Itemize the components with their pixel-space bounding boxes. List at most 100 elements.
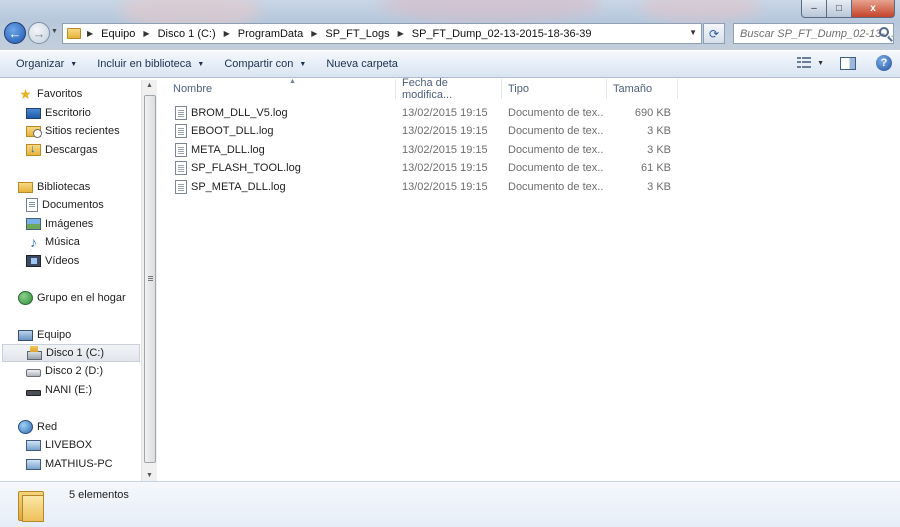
new-folder-button[interactable]: Nueva carpeta (316, 52, 408, 76)
sidebar-item-sitios-recientes[interactable]: Sitios recientes (26, 122, 120, 140)
column-header-type[interactable]: Tipo (502, 79, 607, 99)
breadcrumb-item-sp-ft-logs[interactable]: SP_FT_Logs (325, 28, 389, 40)
column-header-label: Tipo (508, 83, 529, 95)
command-bar: Organizar ▼ Incluir en biblioteca ▼ Compar… (0, 50, 900, 78)
documents-icon (26, 198, 38, 212)
sidebar-item-favoritos[interactable]: ★ Favoritos (18, 85, 82, 103)
forward-button[interactable]: → (28, 22, 50, 44)
chevron-right-icon[interactable]: ▶ (398, 29, 404, 38)
table-row[interactable]: BROM_DLL_V5.log 13/02/2015 19:15 Documen… (173, 105, 673, 123)
details-pane: 5 elementos (0, 481, 900, 527)
maximize-button[interactable]: □ (827, 0, 852, 18)
recent-places-icon (26, 125, 42, 138)
file-date: 13/02/2015 19:15 (402, 181, 488, 193)
file-name: BROM_DLL_V5.log (191, 107, 288, 119)
sidebar-item-livebox[interactable]: LIVEBOX (26, 436, 92, 454)
address-dropdown-icon[interactable]: ▼ (689, 28, 697, 37)
title-bar: – □ x ← → ▼ ▶ Equipo ▶ Disco 1 (C:) ▶ Pr… (0, 0, 900, 50)
organize-label: Organizar (16, 58, 65, 70)
view-controls: ▼ ? (797, 55, 892, 71)
organize-button[interactable]: Organizar ▼ (6, 52, 87, 76)
chevron-right-icon[interactable]: ▶ (224, 29, 230, 38)
preview-pane-icon[interactable] (840, 56, 856, 70)
recent-pages-dropdown[interactable]: ▼ (51, 28, 58, 35)
help-icon[interactable]: ? (876, 55, 892, 71)
pictures-icon (26, 218, 41, 230)
file-name: EBOOT_DLL.log (191, 125, 274, 137)
sidebar-item-grupo-hogar[interactable]: Grupo en el hogar (18, 289, 126, 307)
address-bar[interactable]: ▶ Equipo ▶ Disco 1 (C:) ▶ ProgramData ▶ … (62, 23, 702, 44)
scroll-down-icon[interactable]: ▼ (146, 472, 153, 479)
include-library-button[interactable]: Incluir en biblioteca ▼ (87, 52, 214, 76)
column-header-size[interactable]: Tamaño (607, 79, 678, 99)
column-header-date[interactable]: Fecha de modifica... (396, 77, 502, 101)
minimize-button[interactable]: – (801, 0, 827, 18)
search-icon[interactable] (879, 27, 889, 37)
navigation-scrollbar[interactable]: ▲ ▼ (141, 80, 157, 482)
refresh-button[interactable]: ⟳ (703, 23, 725, 44)
sidebar-item-label: Bibliotecas (37, 181, 91, 193)
scroll-up-icon[interactable]: ▲ (146, 82, 153, 89)
chevron-right-icon: ▶ (87, 29, 94, 38)
sidebar-item-label: Escritorio (45, 107, 91, 119)
libraries-icon (18, 181, 33, 193)
sidebar-item-red[interactable]: Red (18, 418, 57, 436)
share-button[interactable]: Compartir con ▼ (214, 52, 316, 76)
sidebar-item-label: Vídeos (45, 255, 80, 267)
chevron-right-icon[interactable]: ▶ (311, 29, 317, 38)
chevron-right-icon[interactable]: ▶ (143, 29, 149, 38)
scrollbar-thumb[interactable] (144, 95, 156, 463)
back-button[interactable]: ← (4, 22, 26, 44)
table-row[interactable]: SP_FLASH_TOOL.log 13/02/2015 19:15 Docum… (173, 160, 673, 178)
sidebar-item-videos[interactable]: Vídeos (26, 252, 79, 270)
sidebar-item-equipo[interactable]: Equipo (18, 326, 71, 344)
sidebar-item-descargas[interactable]: Descargas (26, 141, 98, 159)
change-view-icon[interactable] (797, 57, 812, 69)
file-type: Documento de tex... (508, 181, 604, 193)
file-size: 3 KB (647, 125, 671, 137)
column-header-name[interactable]: ▲ Nombre (167, 78, 396, 99)
sidebar-item-disco1[interactable]: Disco 1 (C:) (2, 344, 140, 362)
file-name: SP_META_DLL.log (191, 181, 286, 193)
refresh-icon: ⟳ (708, 26, 720, 41)
sidebar-item-label: LIVEBOX (45, 439, 93, 451)
sidebar-item-disco2[interactable]: Disco 2 (D:) (26, 362, 103, 380)
desktop-icon (26, 108, 41, 119)
close-button[interactable]: x (852, 0, 895, 18)
breadcrumb-item-programdata[interactable]: ProgramData (238, 28, 303, 40)
search-input[interactable]: Buscar SP_FT_Dump_02-13-... (733, 23, 894, 44)
sidebar-item-mathius-pc[interactable]: MATHIUS-PC (26, 455, 113, 473)
sidebar-item-label: Equipo (37, 329, 72, 341)
sidebar-item-nani[interactable]: NANI (E:) (26, 381, 92, 399)
chevron-down-icon[interactable]: ▼ (817, 60, 824, 67)
table-row[interactable]: SP_META_DLL.log 13/02/2015 19:15 Documen… (173, 179, 673, 197)
sidebar-item-imagenes[interactable]: Imágenes (26, 215, 93, 233)
sidebar-item-label: Documentos (42, 199, 104, 211)
sidebar-item-label: NANI (E:) (45, 384, 93, 396)
breadcrumb-item-equipo[interactable]: Equipo (101, 28, 135, 40)
breadcrumb-item-dump[interactable]: SP_FT_Dump_02-13-2015-18-36-39 (412, 28, 592, 40)
table-row[interactable]: META_DLL.log 13/02/2015 19:15 Documento … (173, 142, 673, 160)
sidebar-item-musica[interactable]: ♪ Música (26, 233, 80, 251)
downloads-icon (26, 143, 41, 156)
arrow-left-icon: ← (8, 25, 22, 41)
sidebar-item-documentos[interactable]: Documentos (26, 196, 104, 214)
computer-icon (18, 329, 33, 341)
breadcrumb-item-disco1[interactable]: Disco 1 (C:) (158, 28, 216, 40)
star-icon: ★ (19, 86, 32, 102)
file-date: 13/02/2015 19:15 (402, 125, 488, 137)
file-size: 61 KB (641, 162, 671, 174)
column-header-label: Fecha de modifica... (402, 77, 453, 101)
removable-drive-icon (26, 389, 41, 396)
network-computer-icon (26, 458, 41, 470)
system-drive-icon (27, 345, 42, 360)
file-size: 690 KB (634, 107, 671, 119)
search-placeholder: Buscar SP_FT_Dump_02-13-... (740, 27, 894, 40)
file-name: META_DLL.log (191, 144, 265, 156)
sidebar-item-bibliotecas[interactable]: Bibliotecas (18, 178, 90, 196)
column-header-label: Tamaño (613, 83, 653, 95)
aero-background (640, 0, 760, 22)
homegroup-icon (18, 291, 33, 305)
sidebar-item-escritorio[interactable]: Escritorio (26, 104, 91, 122)
table-row[interactable]: EBOOT_DLL.log 13/02/2015 19:15 Documento… (173, 123, 673, 141)
